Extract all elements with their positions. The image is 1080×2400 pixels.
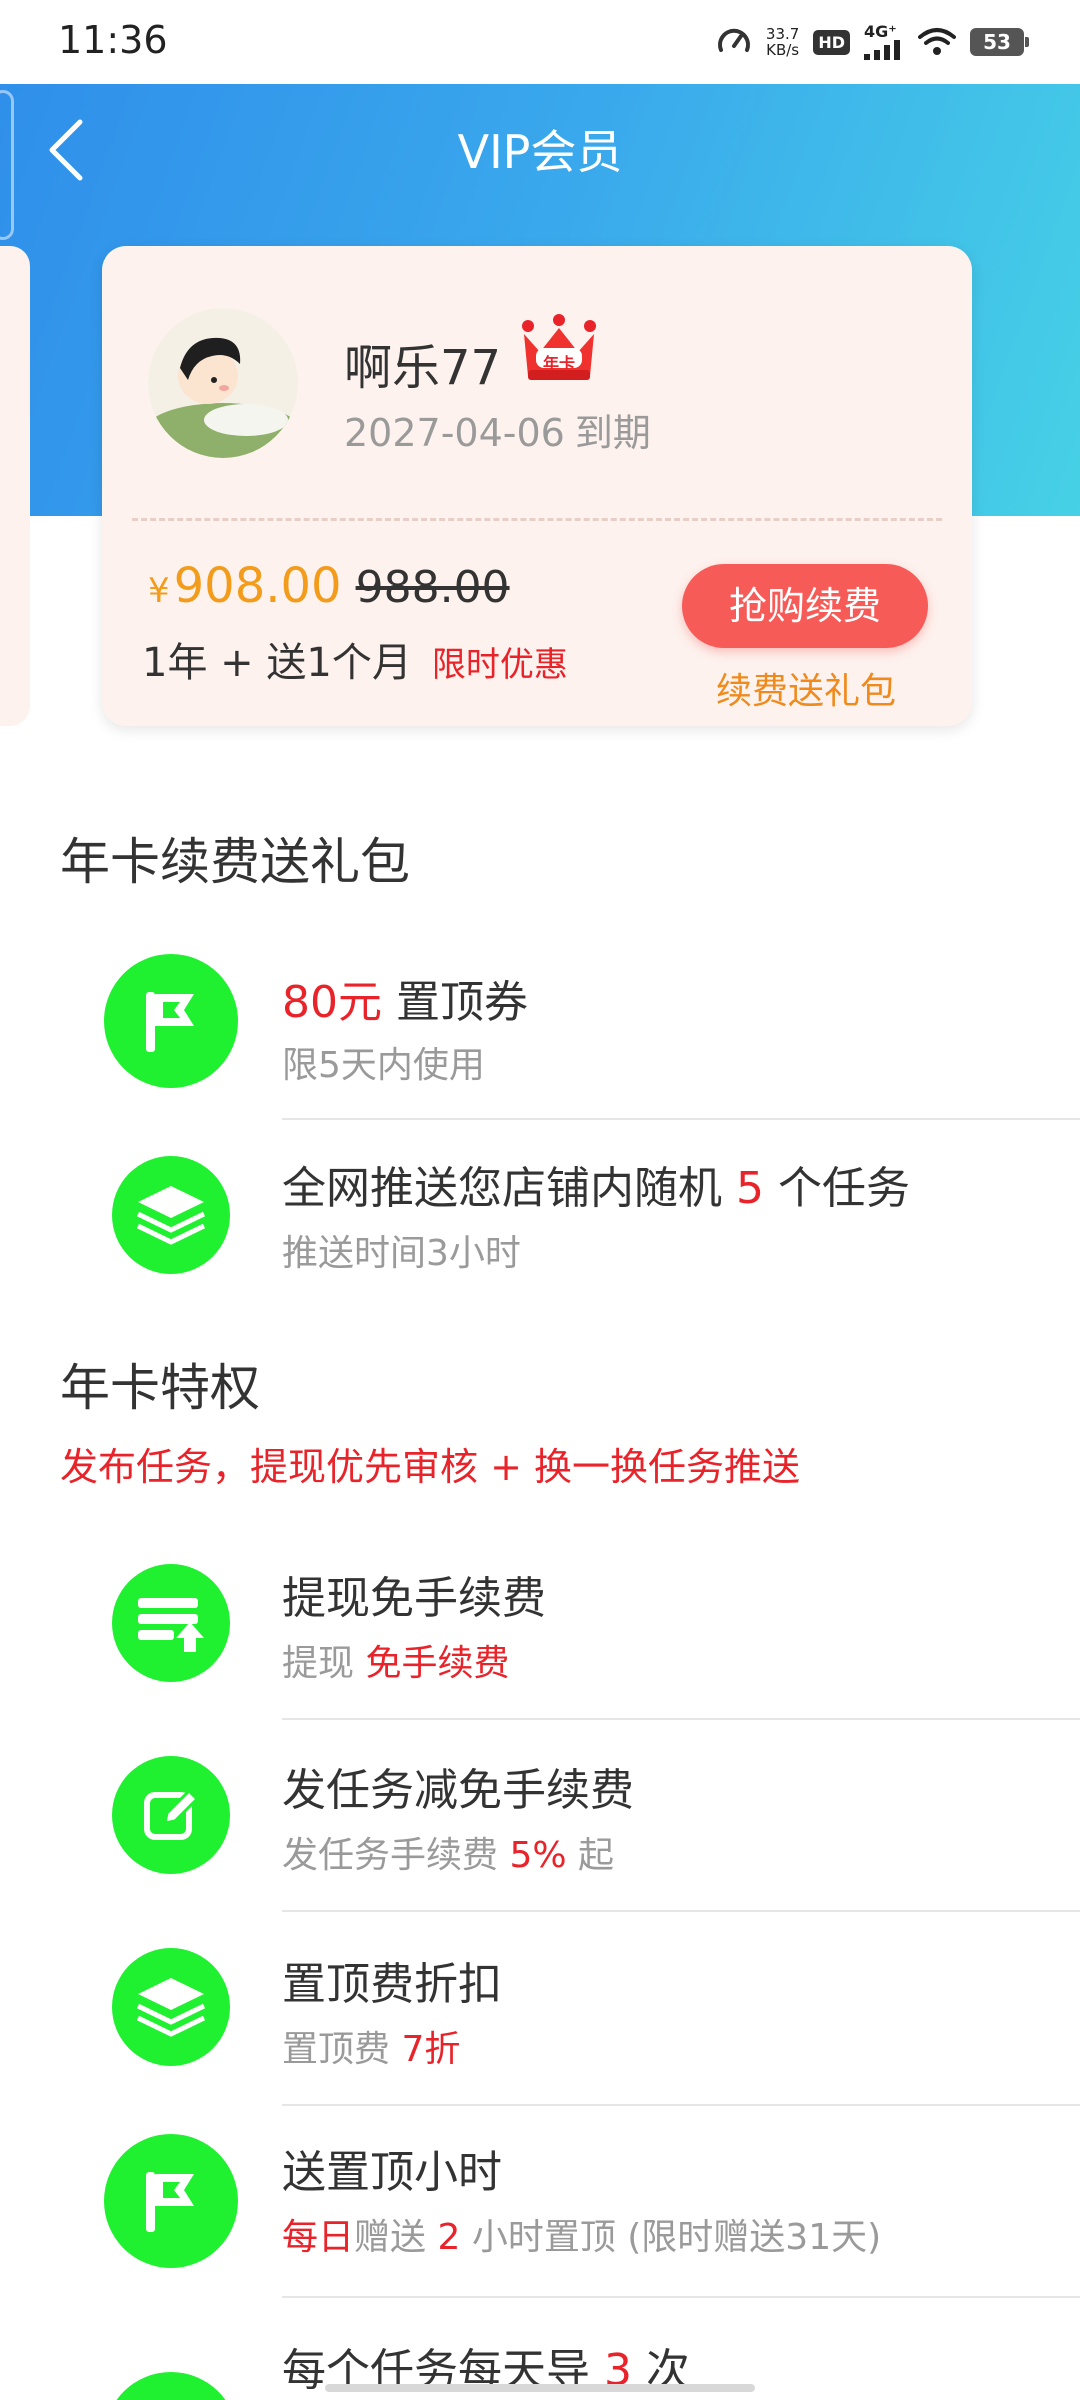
expire-date: 2027-04-06 — [344, 411, 565, 455]
item-sub-pre: 发任务手续费 — [282, 1835, 510, 1876]
currency-symbol: ¥ — [148, 571, 170, 611]
renew-gift-label: 续费送礼包 — [715, 671, 896, 712]
item-title: 发任务减免手续费 — [282, 1765, 634, 1816]
price-row: ¥ 908.00 988.00 — [148, 558, 510, 614]
divider — [282, 1910, 1080, 1912]
original-price: 988.00 — [355, 562, 510, 613]
list-item: 送置顶小时 每日赠送 2 小时置顶 (限时赠送31天) — [0, 2130, 1080, 2290]
network-speed: 33.7 KB/s — [766, 26, 799, 58]
member-card: 啊乐77 年卡 2027-04-06 到期 ¥ 908.00 988.00 1年 … — [102, 246, 972, 726]
item-title: 提现免手续费 — [282, 1573, 546, 1624]
cellular-signal: 4G⁺ — [864, 24, 904, 60]
item-subtitle: 置顶费 7折 — [282, 2020, 460, 2072]
status-icons: 33.7 KB/s HD 4G⁺ 53 — [716, 22, 1029, 62]
export-icon — [104, 2372, 238, 2400]
list-item: 置顶费折扣 置顶费 7折 — [0, 1948, 1080, 2088]
previous-card-edge[interactable] — [0, 246, 30, 726]
speed-unit: KB/s — [766, 41, 800, 59]
coupon-amount: 80元 — [282, 977, 382, 1028]
current-price: 908.00 — [173, 558, 342, 614]
item-subtitle: 限5天内使用 — [282, 1045, 485, 1086]
renew-buy-button[interactable]: 抢购续费 — [682, 564, 928, 648]
item-sub-highlight: 免手续费 — [365, 1643, 510, 1684]
expire-suffix: 到期 — [574, 411, 651, 455]
item-title: 送置顶小时 — [282, 2147, 502, 2198]
task-count: 5 — [736, 1163, 764, 1214]
plan-description: 1年 + 送1个月 — [142, 640, 412, 686]
battery-indicator: 53 — [970, 28, 1029, 56]
item-title-post: 个任务 — [764, 1163, 910, 1214]
item-sub-highlight-2: 2 — [437, 2217, 461, 2258]
expire-info: 2027-04-06 到期 — [344, 402, 651, 457]
page-title: VIP会员 — [457, 125, 623, 179]
plan-row: 1年 + 送1个月 限时优惠 — [142, 630, 568, 688]
privilege-section-subtitle: 发布任务，提现优先审核 + 换一换任务推送 — [60, 1445, 800, 1489]
username: 啊乐77 — [344, 340, 502, 396]
item-sub-post: 起 — [566, 1835, 615, 1876]
divider — [282, 1718, 1080, 1720]
item-title-pre: 全网推送您店铺内随机 — [282, 1163, 736, 1214]
list-item: 80元 置顶券 限5天内使用 — [0, 954, 1080, 1114]
item-sub-highlight: 5% — [509, 1835, 567, 1876]
network-type: 4G⁺ — [864, 22, 897, 41]
edit-icon — [112, 1756, 230, 1874]
dashed-divider — [132, 518, 942, 521]
item-subtitle: 推送时间3小时 — [282, 1233, 521, 1274]
item-sub-pre: 提现 — [282, 1643, 366, 1684]
divider — [282, 1118, 1080, 1120]
avatar-illustration — [148, 308, 298, 458]
item-subtitle: 每日赠送 2 小时置顶 (限时赠送31天) — [282, 2208, 881, 2260]
carousel-edge-strip — [0, 90, 14, 240]
speedometer-icon — [717, 28, 750, 52]
promo-tag: 限时优惠 — [431, 645, 568, 685]
hd-badge: HD — [813, 29, 850, 55]
privilege-section-title: 年卡特权 — [60, 1359, 260, 1417]
speed-value: 33.7 — [765, 25, 800, 43]
item-subtitle: 提现 免手续费 — [282, 1634, 509, 1686]
item-subtitle: 发任务手续费 5% 起 — [282, 1826, 614, 1878]
gift-section-title: 年卡续费送礼包 — [60, 833, 410, 891]
item-sub-highlight: 7折 — [401, 2029, 461, 2070]
item-title: 80元 置顶券 — [282, 966, 528, 1030]
item-title: 全网推送您店铺内随机 5 个任务 — [282, 1152, 910, 1216]
home-indicator[interactable] — [325, 2384, 755, 2392]
status-bar: 11:36 33.7 KB/s HD 4G⁺ 53 — [0, 0, 1080, 84]
list-item: 全网推送您店铺内随机 5 个任务 推送时间3小时 — [0, 1152, 1080, 1292]
signal-bars-icon — [864, 40, 900, 60]
layers-icon — [112, 1948, 230, 2066]
layers-icon — [112, 1156, 230, 1274]
divider — [282, 2104, 1080, 2106]
item-sub-pre: 置顶费 — [282, 2029, 402, 2070]
status-time: 11:36 — [58, 18, 168, 62]
item-title: 置顶费折扣 — [282, 1959, 502, 2010]
coupon-name: 置顶券 — [382, 977, 528, 1028]
flag-icon — [104, 2134, 238, 2268]
withdraw-icon — [112, 1564, 230, 1682]
list-item: 提现免手续费 提现 免手续费 — [0, 1562, 1080, 1702]
avatar[interactable] — [148, 308, 298, 458]
wifi-icon — [918, 28, 956, 55]
item-sub-highlight: 每日 — [282, 2217, 355, 2258]
item-sub-mid: 赠送 — [354, 2217, 438, 2258]
flag-icon — [104, 954, 238, 1088]
item-sub-post: 小时置顶 (限时赠送31天) — [460, 2217, 882, 2258]
divider — [282, 2296, 1080, 2298]
list-item: 发任务减免手续费 发任务手续费 5% 起 — [0, 1754, 1080, 1894]
crown-badge-label: 年卡 — [542, 354, 575, 373]
